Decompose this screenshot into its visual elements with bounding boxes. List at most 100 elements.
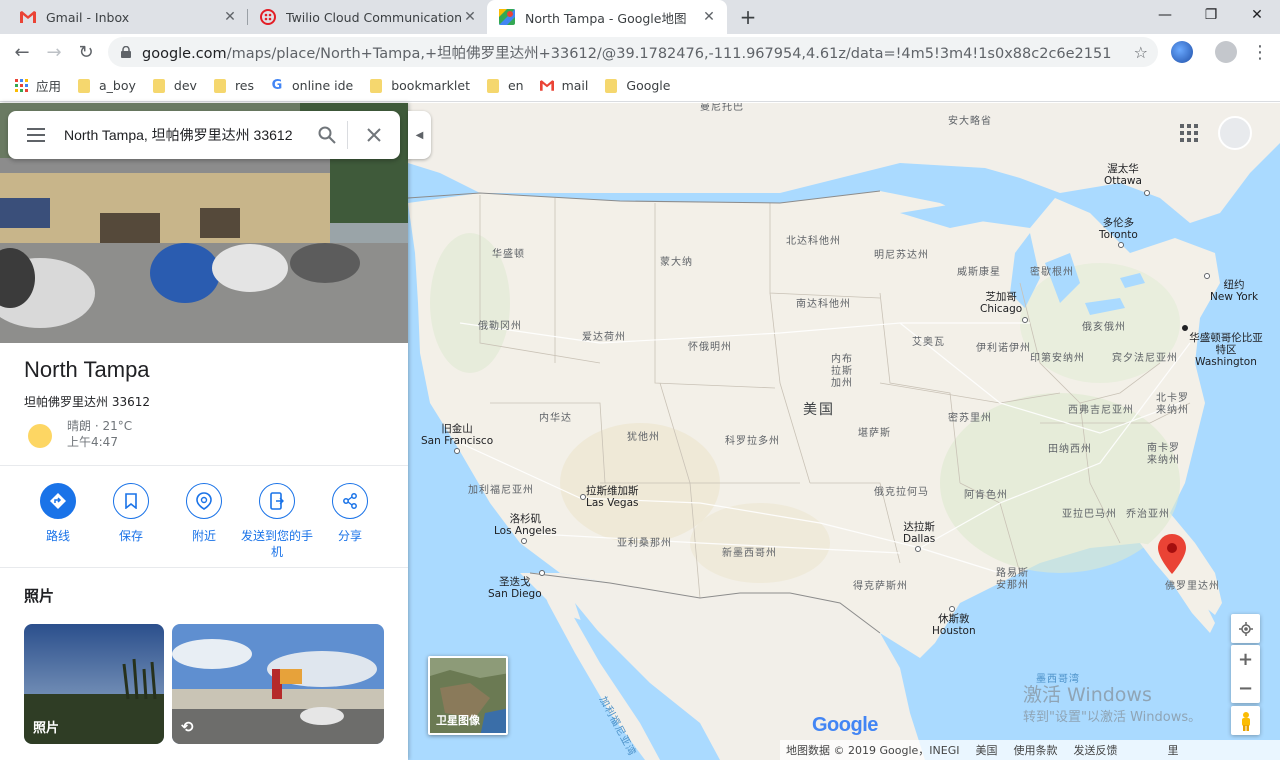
bookmark-bookmarklet[interactable]: bookmarklet <box>369 78 470 93</box>
satellite-toggle[interactable]: 卫星图像 <box>428 656 508 735</box>
new-tab-button[interactable]: + <box>736 5 760 29</box>
map-label-state: 乔治亚州 <box>1126 509 1170 520</box>
street-view-thumbnail[interactable]: ⟲ <box>172 624 384 744</box>
map-label-state: 内华达 <box>539 413 572 424</box>
profile-avatar[interactable] <box>1215 41 1237 63</box>
map-label-city[interactable]: 华盛顿哥伦比亚特区 Washington <box>1188 332 1264 368</box>
map-label-state: 阿肯色州 <box>964 490 1008 501</box>
map-label-city[interactable]: 芝加哥 Chicago <box>980 291 1022 315</box>
menu-button[interactable] <box>8 111 64 159</box>
url-host: google.com <box>142 45 227 62</box>
feedback-link[interactable]: 发送反馈 <box>1073 742 1117 758</box>
map-label-country: 美国 <box>803 402 835 418</box>
location-pin-icon[interactable] <box>1158 534 1186 574</box>
save-button[interactable]: 保存 <box>94 483 168 544</box>
city-dot <box>915 546 921 552</box>
google-apps-icon[interactable] <box>1180 124 1198 142</box>
minimize-button[interactable]: — <box>1142 0 1188 30</box>
city-dot <box>454 448 460 454</box>
bookmark-a-boy[interactable]: a_boy <box>77 78 136 93</box>
bookmark-dev[interactable]: dev <box>152 78 197 93</box>
map-label-state: 亚利桑那州 <box>617 538 672 549</box>
send-to-phone-button[interactable]: 发送到您的手机 <box>240 483 314 560</box>
city-name-en: Toronto <box>1099 229 1138 241</box>
account-avatar[interactable] <box>1218 116 1252 150</box>
search-input[interactable]: North Tampa, 坦帕佛罗里达州 33612 <box>64 125 307 145</box>
map-label-city[interactable]: 纽约 New York <box>1210 279 1258 303</box>
chevron-left-icon: ◀ <box>415 129 424 141</box>
map-label-city[interactable]: 圣迭戈 San Diego <box>488 576 542 600</box>
directions-button[interactable]: 路线 <box>21 483 95 544</box>
tab-gmail[interactable]: Gmail - Inbox ✕ <box>8 0 248 34</box>
bookmark-online-ide[interactable]: Gonline ide <box>270 78 354 93</box>
bookmark-mail[interactable]: mail <box>539 78 588 93</box>
tab-google-maps[interactable]: North Tampa - Google地图 ✕ <box>487 0 727 34</box>
menu-kebab-icon[interactable]: ⋮ <box>1246 38 1274 66</box>
zoom-out-button[interactable]: − <box>1238 674 1253 703</box>
close-tab-icon[interactable]: ✕ <box>462 9 478 25</box>
region-link[interactable]: 美国 <box>975 742 997 758</box>
terms-link[interactable]: 使用条款 <box>1013 742 1057 758</box>
place-panel: North Tampa, 坦帕佛罗里达州 33612 North Tampa 坦… <box>0 103 408 760</box>
city-name-en: Dallas <box>903 533 936 545</box>
share-icon <box>332 483 368 519</box>
bookmark-res[interactable]: res <box>213 78 254 93</box>
map-label-state: 路易斯安那州 <box>996 568 1029 591</box>
lock-icon[interactable] <box>120 45 132 59</box>
map-attribution-bar: 地图数据 © 2019 Google，INEGI 美国 使用条款 发送反馈 里 <box>780 740 1280 760</box>
action-label: 附近 <box>191 529 216 543</box>
twilio-icon <box>260 9 276 25</box>
search-icon <box>318 126 336 144</box>
city-name-en: Las Vegas <box>586 497 639 509</box>
my-location-icon <box>1238 621 1253 636</box>
map-label-city[interactable]: 多伦多 Toronto <box>1099 217 1138 241</box>
bookmark-apps[interactable]: 应用 <box>14 76 61 95</box>
bookmark-en[interactable]: en <box>486 78 524 93</box>
map-label-city[interactable]: 旧金山 San Francisco <box>421 423 493 447</box>
extension-globe-icon[interactable] <box>1171 41 1193 63</box>
photo-thumbnail[interactable]: 照片 <box>24 624 164 744</box>
place-name: North Tampa <box>24 357 150 382</box>
bookmark-star-icon[interactable]: ☆ <box>1134 43 1148 62</box>
close-tab-icon[interactable]: ✕ <box>222 9 238 25</box>
bookmark-label: bookmarklet <box>391 78 470 93</box>
nearby-icon <box>186 483 222 519</box>
map-label-state: 北卡罗来纳州 <box>1156 393 1189 416</box>
capital-dot <box>1182 325 1188 331</box>
city-name-en: Washington <box>1195 356 1257 368</box>
map-label-city[interactable]: 渥太华 Ottawa <box>1104 163 1142 187</box>
share-button[interactable]: 分享 <box>313 483 387 544</box>
zoom-in-button[interactable]: + <box>1238 645 1253 674</box>
bookmark-google[interactable]: Google <box>604 78 670 93</box>
folder-icon <box>604 78 618 93</box>
map-label-state: 俄勒冈州 <box>478 321 522 332</box>
bookmark-label: 应用 <box>36 79 62 94</box>
folder-icon <box>486 78 500 93</box>
folder-icon <box>152 78 166 93</box>
city-name-zh: 达拉斯 <box>903 521 935 533</box>
scale-label[interactable]: 里 <box>1167 742 1178 758</box>
tab-twilio[interactable]: Twilio Cloud Communications ✕ <box>248 0 488 34</box>
restore-button[interactable]: ❐ <box>1188 0 1234 30</box>
city-dot <box>539 570 545 576</box>
map-label-city[interactable]: 拉斯维加斯 Las Vegas <box>586 485 639 509</box>
close-window-button[interactable]: ✕ <box>1234 0 1280 30</box>
reload-button[interactable]: ↻ <box>72 38 100 66</box>
my-location-button[interactable] <box>1231 614 1260 643</box>
city-name-en: San Francisco <box>421 435 494 447</box>
search-button[interactable] <box>307 111 347 159</box>
forward-button[interactable]: → <box>40 38 68 66</box>
collapse-panel-button[interactable]: ◀ <box>408 111 431 159</box>
back-button[interactable]: ← <box>8 38 36 66</box>
action-label: 路线 <box>45 529 70 543</box>
map-label-city[interactable]: 达拉斯 Dallas <box>903 521 935 545</box>
address-bar[interactable]: google.com/maps/place/North+Tampa,+坦帕佛罗里… <box>108 37 1158 67</box>
clear-search-button[interactable] <box>348 111 400 159</box>
map-label-city[interactable]: 洛杉矶 Los Angeles <box>494 513 557 537</box>
close-tab-icon[interactable]: ✕ <box>701 9 717 25</box>
map-label-state: 宾夕法尼亚州 <box>1112 353 1178 364</box>
pegman-button[interactable] <box>1231 706 1260 735</box>
nearby-button[interactable]: 附近 <box>167 483 241 544</box>
city-name-en: New York <box>1210 291 1259 303</box>
map-label-city[interactable]: 休斯敦 Houston <box>932 613 976 637</box>
